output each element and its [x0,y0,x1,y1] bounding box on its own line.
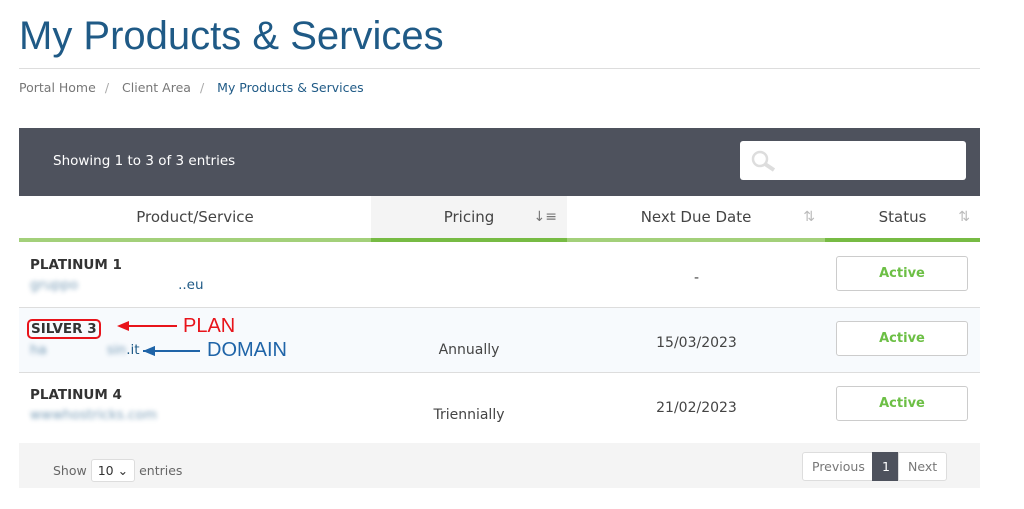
column-status[interactable]: Status ⇅ [825,196,980,242]
entries-label: entries [139,463,183,478]
plan-name: PLATINUM 1 [30,257,122,273]
next-due-date: - [693,270,700,286]
table-toolbar: Showing 1 to 3 of 3 entries [19,128,980,196]
next-button[interactable]: Next [898,452,948,481]
search-icon [751,150,776,172]
table-footer: Show 10 ⌄ entries Previous 1 Next [19,443,980,488]
sort-icon: ⇅ [958,209,970,225]
status-badge[interactable]: Active [836,321,968,356]
page-1-button[interactable]: 1 [872,452,900,481]
pricing: Triennially [433,407,505,423]
domain-annotation: DOMAIN [207,339,287,361]
plan-name: SILVER 3 [27,319,101,339]
next-due-date: 21/02/2023 [656,400,737,416]
page-size-select[interactable]: 10 ⌄ [90,459,136,482]
sort-desc-icon: ↓≡ [533,209,557,225]
entries-info: Showing 1 to 3 of 3 entries [53,153,236,169]
domain-link[interactable]: wwwhostricks.com [30,407,157,423]
pricing: Annually [438,342,500,358]
column-next-due-date[interactable]: Next Due Date ⇅ [567,196,825,242]
table-row[interactable]: PLATINUM 4 wwwhostricks.com Triennially … [19,373,980,437]
breadcrumb-client-area[interactable]: Client Area [122,80,191,95]
plan-name: PLATINUM 4 [30,387,122,403]
page-title: My Products & Services [19,14,444,58]
sort-icon: ⇅ [803,209,815,225]
search-input[interactable] [740,141,966,180]
next-due-date: 15/03/2023 [656,335,737,351]
status-badge[interactable]: Active [836,386,968,421]
breadcrumb: Portal Home / Client Area / My Products & … [19,80,364,95]
table-header: Product/Service Pricing ↓≡ Next Due Date ⇅… [19,196,980,242]
show-label: Show [53,463,87,478]
table-row[interactable]: PLATINUM 1 gruppo ..eu - Active [19,243,980,308]
breadcrumb-portal-home[interactable]: Portal Home [19,80,96,95]
plan-annotation: PLAN [183,315,236,337]
column-product-service[interactable]: Product/Service [19,196,371,242]
previous-button[interactable]: Previous [802,452,875,481]
column-pricing[interactable]: Pricing ↓≡ [371,196,567,242]
domain-link[interactable]: gruppo ..eu [30,277,204,293]
status-badge[interactable]: Active [836,256,968,291]
breadcrumb-current: My Products & Services [217,80,364,95]
divider [19,68,980,69]
